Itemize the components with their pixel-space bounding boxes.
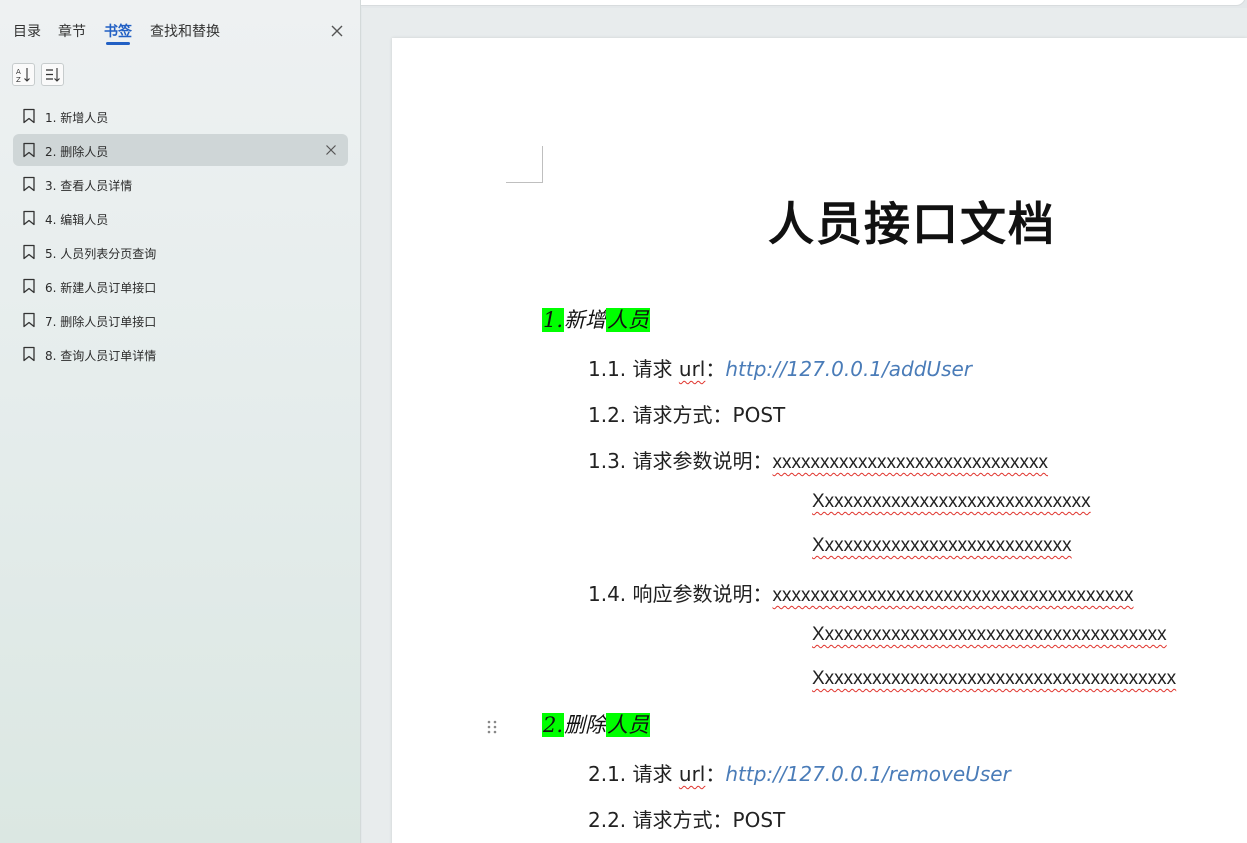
heading-highlight: 人员: [606, 308, 651, 332]
bookmark-label: 5. 人员列表分页查询: [45, 247, 157, 261]
heading-number: 1.: [542, 308, 565, 332]
sort-position-icon: [46, 68, 60, 82]
bookmark-item[interactable]: 1. 新增人员: [13, 100, 348, 132]
bookmark-icon: [23, 108, 35, 124]
continuation-line[interactable]: Xxxxxxxxxxxxxxxxxxxxxxxxxxxxxxxxxxxxx: [812, 624, 1167, 646]
sort-alpha-button[interactable]: A Z: [12, 63, 35, 86]
active-tab-indicator: [106, 42, 130, 45]
item-1-4[interactable]: 1.4. 响应参数说明：xxxxxxxxxxxxxxxxxxxxxxxxxxxx…: [588, 578, 1134, 607]
item-label: 请求参数说明：: [632, 449, 773, 473]
panel-tabs: 目录 章节 书签 查找和替换: [0, 0, 361, 50]
item-colon: ：: [705, 357, 726, 381]
item-value: POST: [732, 808, 786, 832]
heading-text: 删除: [564, 713, 607, 737]
bookmark-list: 1. 新增人员 2. 删除人员 3. 查看人员详情 4. 编辑人员 5. 人员列…: [13, 100, 348, 372]
svg-text:Z: Z: [16, 76, 21, 83]
margin-corner-mark: [506, 182, 543, 183]
svg-text:A: A: [16, 68, 21, 76]
bookmark-icon: [23, 142, 35, 158]
bookmark-item[interactable]: 3. 查看人员详情: [13, 168, 348, 200]
tab-find-replace[interactable]: 查找和替换: [150, 21, 220, 41]
item-label: 请求方式：: [632, 808, 733, 832]
item-value: POST: [732, 403, 786, 427]
continuation-line[interactable]: Xxxxxxxxxxxxxxxxxxxxxxxxxxxxxxxxxxxxxx: [812, 668, 1176, 690]
heading-number: 2.: [542, 713, 565, 737]
document-title[interactable]: 人员接口文档: [768, 188, 1056, 254]
bookmark-label: 3. 查看人员详情: [45, 179, 133, 193]
margin-corner-mark: [542, 146, 543, 183]
bookmark-item[interactable]: 7. 删除人员订单接口: [13, 304, 348, 336]
tab-chapters[interactable]: 章节: [58, 21, 86, 41]
document-canvas[interactable]: 人员接口文档 1.新增人员 1.1. 请求 url：http://127.0.0…: [362, 8, 1247, 843]
item-2-2[interactable]: 2.2. 请求方式：POST: [588, 804, 785, 833]
bookmark-icon: [23, 244, 35, 260]
drag-handle-icon[interactable]: [486, 719, 498, 735]
item-label-suffix: url: [678, 762, 706, 786]
item-number: 2.1.: [588, 762, 627, 786]
tab-toc[interactable]: 目录: [13, 21, 41, 41]
continuation-line[interactable]: Xxxxxxxxxxxxxxxxxxxxxxxxxxx: [812, 535, 1072, 557]
item-label: 响应参数说明：: [632, 582, 773, 606]
close-icon[interactable]: [329, 23, 345, 39]
heading-section-1[interactable]: 1.新增人员: [542, 304, 651, 334]
item-1-2[interactable]: 1.2. 请求方式：POST: [588, 399, 785, 428]
url-link[interactable]: http://127.0.0.1/addUser: [725, 357, 972, 381]
item-number: 1.2.: [588, 403, 627, 427]
document-page[interactable]: 人员接口文档 1.新增人员 1.1. 请求 url：http://127.0.0…: [392, 38, 1247, 843]
item-1-3[interactable]: 1.3. 请求参数说明：xxxxxxxxxxxxxxxxxxxxxxxxxxxx…: [588, 445, 1048, 474]
bookmark-item[interactable]: 8. 查询人员订单详情: [13, 338, 348, 370]
bookmark-icon: [23, 210, 35, 226]
bookmark-label: 4. 编辑人员: [45, 213, 109, 227]
item-label-suffix: url: [678, 357, 706, 381]
heading-highlight: 人员: [606, 713, 651, 737]
bookmark-item[interactable]: 5. 人员列表分页查询: [13, 236, 348, 268]
item-value: xxxxxxxxxxxxxxxxxxxxxxxxxxxxxxxxxxxxxx: [772, 585, 1134, 606]
tab-bookmarks[interactable]: 书签: [104, 21, 132, 41]
item-value: xxxxxxxxxxxxxxxxxxxxxxxxxxxxx: [772, 452, 1049, 473]
url-link[interactable]: http://127.0.0.1/removeUser: [725, 762, 1010, 786]
bookmark-item-selected[interactable]: 2. 删除人员: [13, 134, 348, 166]
item-1-1[interactable]: 1.1. 请求 url：http://127.0.0.1/addUser: [588, 353, 972, 382]
bookmark-label: 2. 删除人员: [45, 145, 109, 159]
bookmark-item[interactable]: 6. 新建人员订单接口: [13, 270, 348, 302]
bookmark-label: 1. 新增人员: [45, 111, 109, 125]
heading-text: 新增: [564, 308, 607, 332]
item-label: 请求: [632, 357, 673, 381]
item-2-1[interactable]: 2.1. 请求 url：http://127.0.0.1/removeUser: [588, 758, 1011, 787]
item-number: 1.1.: [588, 357, 627, 381]
bookmark-label: 8. 查询人员订单详情: [45, 349, 157, 363]
bookmark-icon: [23, 312, 35, 328]
delete-bookmark-icon[interactable]: [325, 144, 337, 156]
heading-section-2[interactable]: 2.删除人员: [542, 709, 651, 739]
item-number: 1.4.: [588, 582, 627, 606]
bookmark-icon: [23, 278, 35, 294]
item-label: 请求: [632, 762, 673, 786]
bookmark-icon: [23, 346, 35, 362]
item-label: 请求方式：: [632, 403, 733, 427]
continuation-line[interactable]: Xxxxxxxxxxxxxxxxxxxxxxxxxxxxx: [812, 491, 1091, 513]
bookmark-label: 6. 新建人员订单接口: [45, 281, 157, 295]
item-number: 1.3.: [588, 449, 627, 473]
bookmark-item[interactable]: 4. 编辑人员: [13, 202, 348, 234]
bookmark-icon: [23, 176, 35, 192]
item-number: 2.2.: [588, 808, 627, 832]
sort-position-button[interactable]: [41, 63, 64, 86]
sort-alpha-icon: A Z: [16, 68, 30, 83]
bookmark-label: 7. 删除人员订单接口: [45, 315, 157, 329]
navigation-panel: 目录 章节 书签 查找和替换 A Z 1. 新增人员 2. 删除人员 3. 查看…: [0, 0, 361, 843]
item-colon: ：: [705, 762, 726, 786]
